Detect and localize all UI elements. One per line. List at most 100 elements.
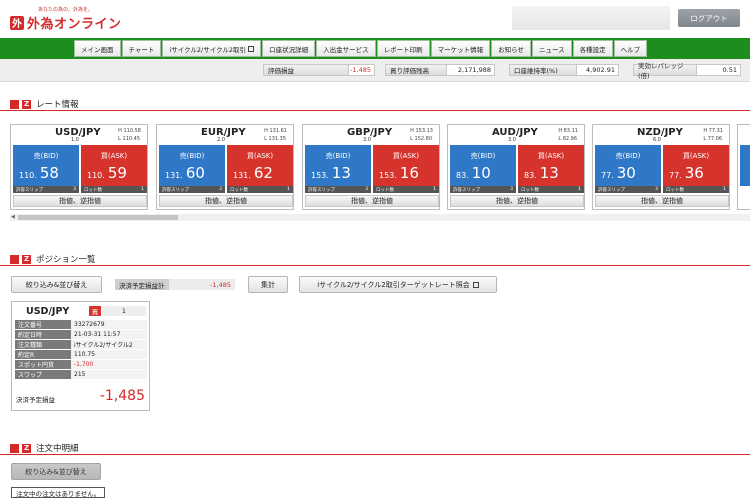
lot-setting[interactable]: ロット数 1 xyxy=(81,186,147,193)
bid-button[interactable]: 売(BID) 153. 13 xyxy=(305,145,371,186)
ask-price: 83. 13 xyxy=(524,164,559,182)
ask-button[interactable]: 買(ASK) 153. 16 xyxy=(373,145,439,186)
position-quantity: 1 xyxy=(102,306,146,316)
high-low: H 83.11 L 82.96 xyxy=(558,128,578,142)
slip-setting[interactable]: 許容スリップ 3 xyxy=(450,186,516,193)
position-side-badge: 買 xyxy=(89,306,101,316)
rates-section-header: Z レート情報 xyxy=(10,98,79,110)
summary-effective-leverage: 実効レバレッジ(倍) 0.51 xyxy=(633,62,741,80)
detail-row: 約定日時 21-03-31 11:57 xyxy=(15,330,147,340)
position-card[interactable]: USD/JPY 買 1 注文番号 33272679 約定日時 21-03-31 11… xyxy=(11,301,150,411)
lot-setting[interactable]: ロット数 1 xyxy=(373,186,439,193)
orders-empty-message: 注文中の注文はありません。 xyxy=(11,487,106,498)
bid-button[interactable]: 売(BID) 131. 60 xyxy=(159,145,225,186)
bid-price: 77. 30 xyxy=(601,164,636,182)
ask-price: 131. 62 xyxy=(233,164,273,182)
slip-setting[interactable]: 許容スリップ 3 xyxy=(595,186,661,193)
nav-item-notice[interactable]: お知らせ xyxy=(491,40,531,57)
scroll-left-icon[interactable]: ◀ xyxy=(11,214,15,220)
z-icon: Z xyxy=(22,99,31,109)
ask-price: 77. 36 xyxy=(669,164,704,182)
logo-mark-icon: 外 xyxy=(10,15,24,30)
rate-panel: USD/JPY H 110.58 L 110.45 1.0 売(BID) 110.… xyxy=(10,124,750,210)
section-marker-icon xyxy=(10,254,19,264)
summary-margin-ratio: 口座維持率(%) 4,902.91 xyxy=(509,64,619,76)
detail-row: スポット円貨 -1,700 xyxy=(15,360,147,370)
section-divider xyxy=(0,265,750,266)
high-low: H 153.13 L 152.80 xyxy=(410,128,433,142)
rates-scrollbar[interactable]: ◀ xyxy=(10,214,750,221)
slip-setting[interactable]: 許容スリップ 3 xyxy=(305,186,371,193)
position-pair: USD/JPY xyxy=(26,306,70,317)
nav-item-help[interactable]: ヘルプ xyxy=(613,40,648,57)
nav-item-market[interactable]: マーケット情報 xyxy=(430,40,491,57)
bid-button[interactable]: 売(BID) 77. 30 xyxy=(595,145,661,186)
lot-setting[interactable]: ロット数 1 xyxy=(663,186,729,193)
bid-button[interactable]: 売(BID) 83. 10 xyxy=(450,145,516,186)
high-low: H 110.58 L 110.45 xyxy=(118,128,141,142)
limit-order-button[interactable]: 指値、逆指値 xyxy=(13,195,147,207)
nav-item-deposit[interactable]: 入出金サービス xyxy=(316,40,376,57)
rate-card-eurjpy: EUR/JPY H 131.61 L 131.35 2.0 売(BID) 131.… xyxy=(156,124,294,210)
orders-filter-button[interactable]: 絞り込み&並び替え xyxy=(11,463,101,480)
lot-setting[interactable]: ロット数 1 xyxy=(518,186,584,193)
external-window-icon xyxy=(472,281,479,288)
header: あなたの為の、外為を。 外 外為オンライン ログアウト xyxy=(0,0,750,38)
limit-order-button[interactable]: 指値、逆指値 xyxy=(159,195,293,207)
rate-card-partial xyxy=(737,124,750,210)
positions-section-title: ポジション一覧 xyxy=(36,255,96,265)
logo-text: 外為オンライン xyxy=(27,17,122,32)
spread: 2.0 xyxy=(217,137,225,143)
spread: 3.0 xyxy=(363,137,371,143)
spread: 6.0 xyxy=(653,137,661,143)
logout-button[interactable]: ログアウト xyxy=(678,9,740,27)
detail-row: スワップ 215 xyxy=(15,370,147,380)
position-pl-value: -1,485 xyxy=(99,388,145,404)
main-nav: メイン画面 チャート iサイクル2/サイクル2取引 口座状況詳細 入出金サービス… xyxy=(0,38,750,59)
high-low: H 131.61 L 131.35 xyxy=(264,128,287,142)
limit-order-button[interactable]: 指値、逆指値 xyxy=(450,195,584,207)
detail-row: 注文種類 iサイクル2/サイクル2 xyxy=(15,340,147,350)
ask-button[interactable]: 買(ASK) 110. 59 xyxy=(81,145,147,186)
nav-item-report[interactable]: レポート印刷 xyxy=(376,40,430,57)
limit-order-button[interactable]: 指値、逆指値 xyxy=(305,195,439,207)
ask-button[interactable]: 買(ASK) 77. 36 xyxy=(663,145,729,186)
spread: 3.0 xyxy=(508,137,516,143)
positions-filter-button[interactable]: 絞り込み&並び替え xyxy=(11,276,102,293)
target-rate-button[interactable]: iサイクル2/サイクル2取引ターゲットレート照会 xyxy=(299,276,497,293)
nav-item-settings[interactable]: 各種設定 xyxy=(572,40,613,57)
logo-tagline: あなたの為の、外為を。 xyxy=(38,7,94,13)
rate-card-usdjpy: USD/JPY H 110.58 L 110.45 1.0 売(BID) 110.… xyxy=(10,124,148,210)
ask-button[interactable]: 買(ASK) 83. 13 xyxy=(518,145,584,186)
nav-item-chart[interactable]: チャート xyxy=(121,40,162,57)
logo[interactable]: 外 外為オンライン xyxy=(10,13,122,32)
ask-price: 110. 59 xyxy=(87,164,127,182)
z-icon: Z xyxy=(22,443,31,453)
nav-item-account-detail[interactable]: 口座状況詳細 xyxy=(262,40,316,57)
scroll-thumb[interactable] xyxy=(18,215,178,220)
nav-item-main[interactable]: メイン画面 xyxy=(74,40,121,57)
positions-total-pl: 決済予定損益計 -1,485 xyxy=(115,279,235,290)
nav-item-news[interactable]: ニュース xyxy=(531,40,572,57)
lot-setting[interactable]: ロット数 1 xyxy=(227,186,293,193)
limit-order-button[interactable]: 指値、逆指値 xyxy=(595,195,729,207)
external-window-icon xyxy=(248,45,255,52)
section-marker-icon xyxy=(10,443,19,453)
detail-row: 注文番号 33272679 xyxy=(15,320,147,330)
spread: 1.0 xyxy=(71,137,79,143)
slip-setting[interactable]: 許容スリップ 3 xyxy=(159,186,225,193)
bid-price: 83. 10 xyxy=(456,164,491,182)
slip-setting[interactable]: 許容スリップ 3 xyxy=(13,186,79,193)
total-button[interactable]: 集計 xyxy=(248,276,288,293)
ask-price: 153. 16 xyxy=(379,164,419,182)
section-divider xyxy=(0,454,750,455)
summary-valuation-balance: 買り評価残高 2,171,988 xyxy=(385,64,495,76)
bid-button[interactable]: 売(BID) 110. 58 xyxy=(13,145,79,186)
position-pl-label: 決済予定損益 xyxy=(16,396,55,404)
detail-row: 約定R 110.75 xyxy=(15,350,147,360)
bid-button[interactable] xyxy=(740,145,750,186)
orders-section-header: Z 注文中明細 xyxy=(10,442,79,454)
z-icon: Z xyxy=(22,254,31,264)
nav-item-icycle[interactable]: iサイクル2/サイクル2取引 xyxy=(162,40,262,57)
ask-button[interactable]: 買(ASK) 131. 62 xyxy=(227,145,293,186)
